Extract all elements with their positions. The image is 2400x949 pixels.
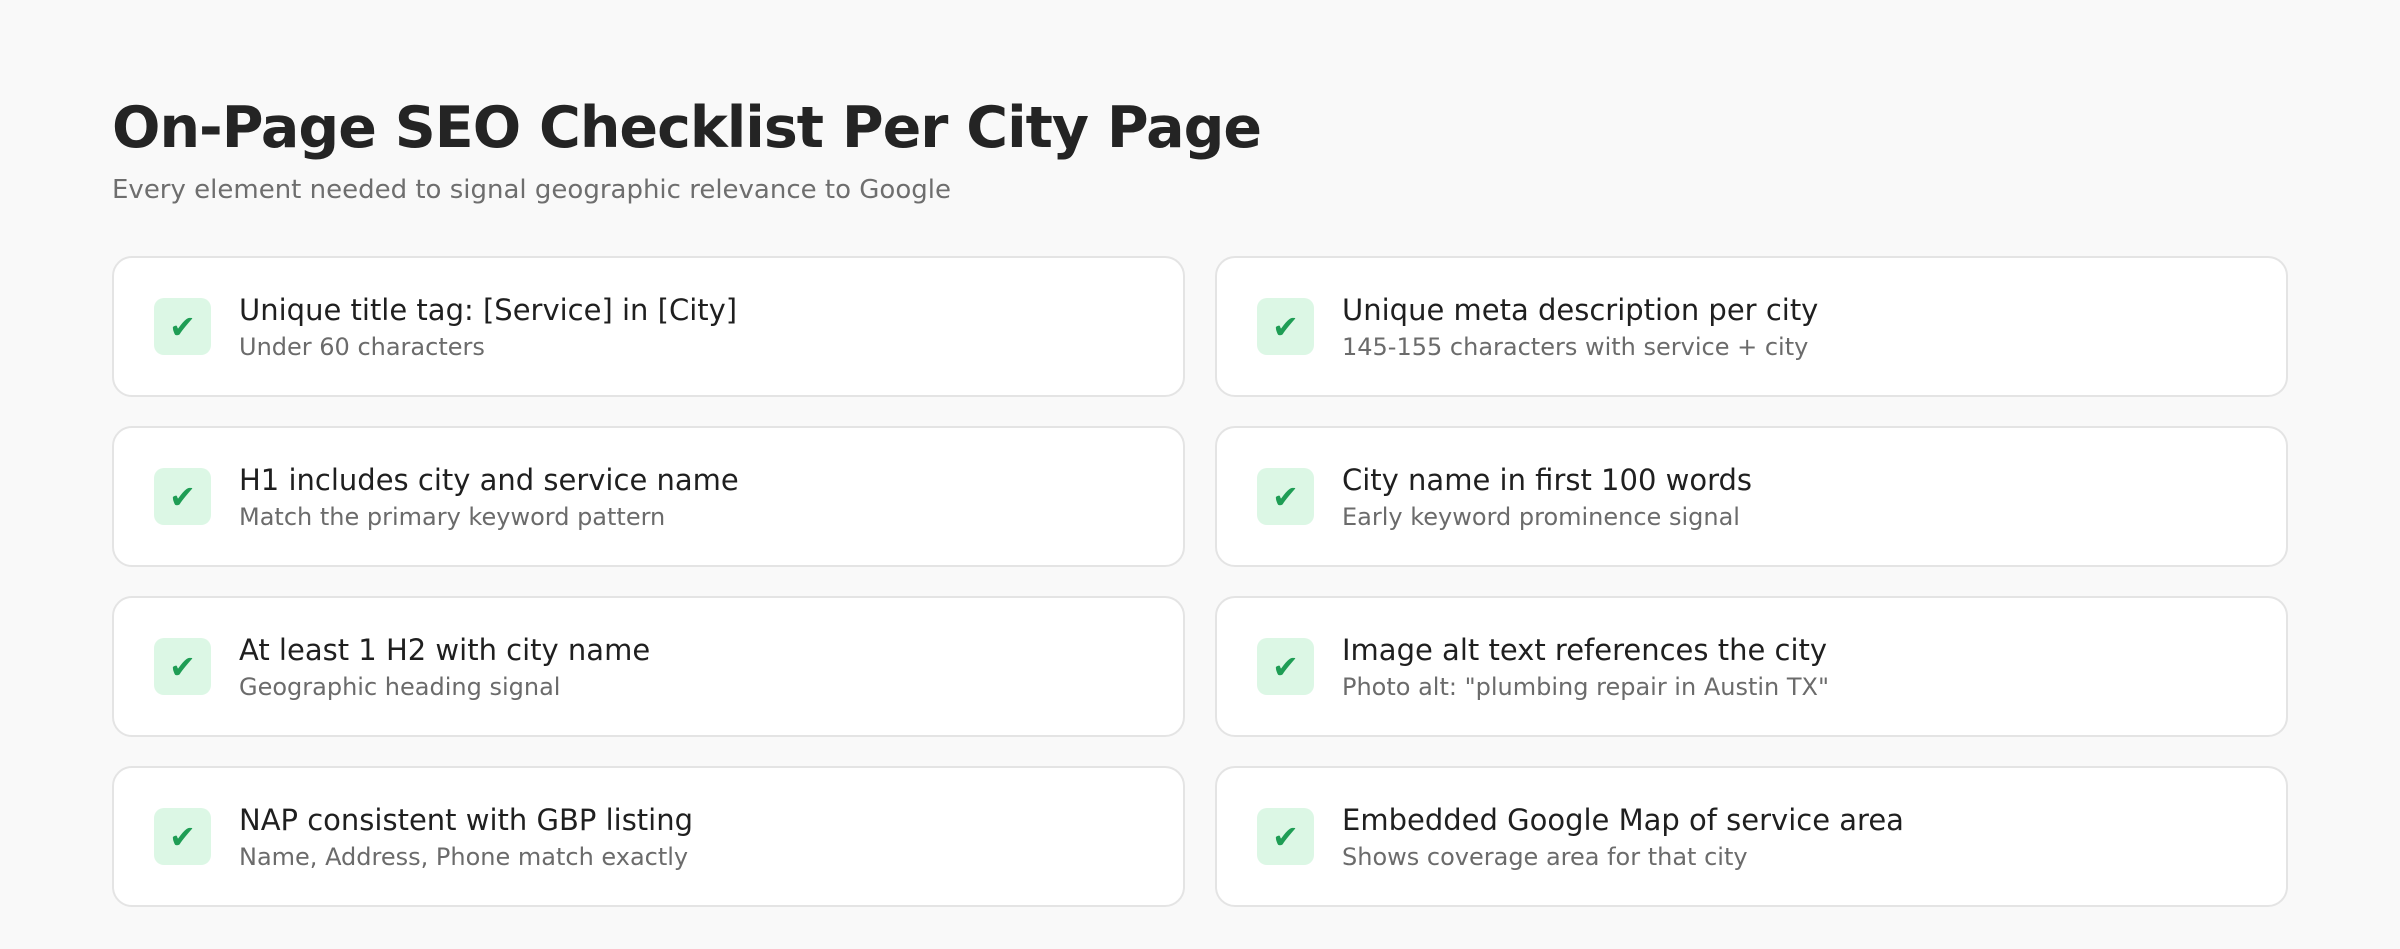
checklist-item-description: Match the primary keyword pattern	[239, 502, 666, 531]
checklist-item-description: Under 60 characters	[239, 332, 485, 361]
checklist-grid: ✔ Unique title tag: [Service] in [City] …	[112, 256, 2288, 907]
checkmark-icon: ✔	[1257, 298, 1314, 355]
checklist-item-description: Photo alt: "plumbing repair in Austin TX…	[1342, 672, 1830, 701]
checkmark-icon: ✔	[154, 808, 211, 865]
checklist-item: ✔ At least 1 H2 with city name Geographi…	[112, 596, 1185, 737]
checklist-item-description: 145-155 characters with service + city	[1342, 332, 1809, 361]
checkmark-icon: ✔	[1257, 808, 1314, 865]
checklist-item: ✔ Image alt text references the city Pho…	[1215, 596, 2288, 737]
checklist-item-title: City name in first 100 words	[1342, 462, 1753, 497]
checklist-item-description: Geographic heading signal	[239, 672, 561, 701]
checkmark-icon: ✔	[1257, 468, 1314, 525]
checklist-item: ✔ H1 includes city and service name Matc…	[112, 426, 1185, 567]
checkmark-icon: ✔	[154, 298, 211, 355]
checklist-item-title: Image alt text references the city	[1342, 632, 1828, 667]
checklist-item-description: Name, Address, Phone match exactly	[239, 842, 689, 871]
checklist-item-title: At least 1 H2 with city name	[239, 632, 651, 667]
checklist-item-title: H1 includes city and service name	[239, 462, 739, 497]
checkmark-icon: ✔	[154, 468, 211, 525]
checklist-item: ✔ City name in first 100 words Early key…	[1215, 426, 2288, 567]
checklist-item-title: Unique title tag: [Service] in [City]	[239, 292, 738, 327]
checklist-page: On-Page SEO Checklist Per City Page Ever…	[112, 92, 2288, 907]
page-subtitle: Every element needed to signal geographi…	[112, 175, 951, 205]
checklist-item: ✔ Unique title tag: [Service] in [City] …	[112, 256, 1185, 397]
checklist-item-title: NAP consistent with GBP listing	[239, 802, 694, 837]
page-title: On-Page SEO Checklist Per City Page	[112, 95, 1262, 161]
checklist-item-title: Embedded Google Map of service area	[1342, 802, 1904, 837]
checklist-item-title: Unique meta description per city	[1342, 292, 1819, 327]
checklist-item: ✔ NAP consistent with GBP listing Name, …	[112, 766, 1185, 907]
checklist-item-description: Early keyword prominence signal	[1342, 502, 1740, 531]
checkmark-icon: ✔	[154, 638, 211, 695]
checklist-item: ✔ Unique meta description per city 145-1…	[1215, 256, 2288, 397]
checklist-item-description: Shows coverage area for that city	[1342, 842, 1748, 871]
checklist-item: ✔ Embedded Google Map of service area Sh…	[1215, 766, 2288, 907]
checkmark-icon: ✔	[1257, 638, 1314, 695]
